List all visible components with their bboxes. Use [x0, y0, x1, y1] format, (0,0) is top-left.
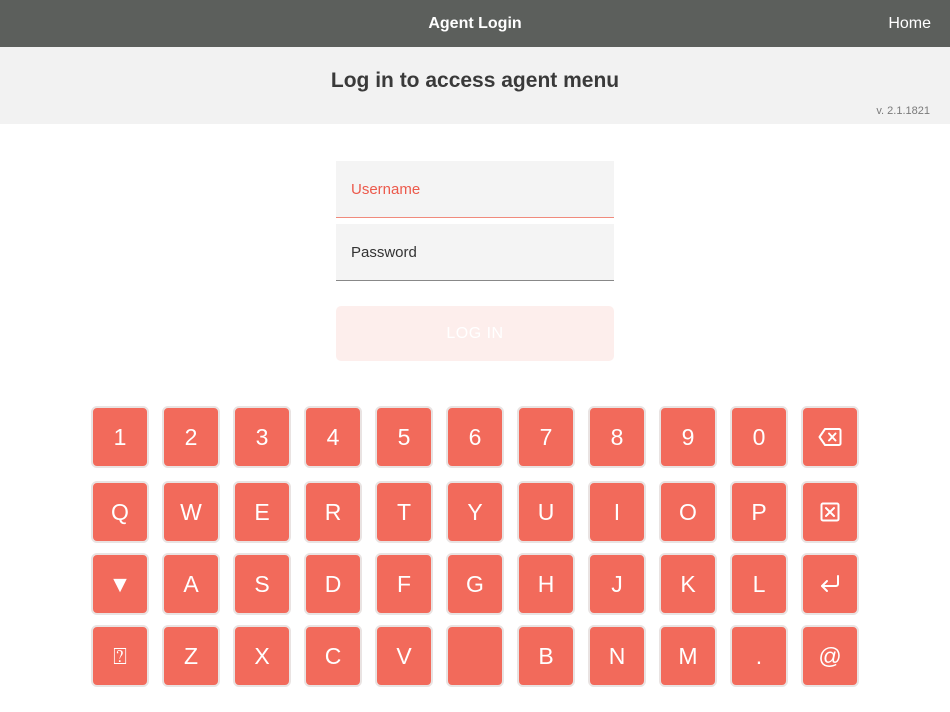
key-Z[interactable]: Z	[162, 625, 220, 687]
unknown-glyph-icon: ⍰	[113, 643, 127, 669]
key-label: B	[538, 643, 554, 669]
key-label: 0	[752, 424, 766, 450]
key-label: 3	[255, 424, 269, 450]
key-3[interactable]: 3	[233, 406, 291, 468]
key-5[interactable]: 5	[375, 406, 433, 468]
login-button[interactable]: LOG IN	[336, 306, 614, 361]
key-label: N	[608, 643, 626, 669]
key-U[interactable]: U	[517, 481, 575, 543]
key-S[interactable]: S	[233, 553, 291, 615]
key-label: 9	[681, 424, 695, 450]
key-label: @	[818, 643, 842, 669]
key-label: L	[752, 571, 766, 597]
enter-icon	[803, 574, 857, 594]
key-9[interactable]: 9	[659, 406, 717, 468]
top-bar: Agent Login Home	[0, 0, 950, 47]
key-label: W	[180, 499, 202, 525]
key-W[interactable]: W	[162, 481, 220, 543]
username-field[interactable]	[336, 161, 614, 218]
key-M[interactable]: M	[659, 625, 717, 687]
key-label: V	[396, 643, 412, 669]
key-@[interactable]: @	[801, 625, 859, 687]
key-hide-keyboard[interactable]: ▼	[91, 553, 149, 615]
key-P[interactable]: P	[730, 481, 788, 543]
key-label: X	[254, 643, 270, 669]
key-1[interactable]: 1	[91, 406, 149, 468]
key-label: 7	[539, 424, 553, 450]
backspace-icon	[803, 427, 857, 447]
key-X[interactable]: X	[233, 625, 291, 687]
key-label: P	[751, 499, 767, 525]
key-label: U	[537, 499, 555, 525]
key-N[interactable]: N	[588, 625, 646, 687]
key-.[interactable]: .	[730, 625, 788, 687]
key-D[interactable]: D	[304, 553, 362, 615]
key-O[interactable]: O	[659, 481, 717, 543]
key-label: .	[755, 643, 763, 669]
key-Q[interactable]: Q	[91, 481, 149, 543]
key-label: 5	[397, 424, 411, 450]
key-label: T	[396, 499, 412, 525]
key-label: Y	[467, 499, 483, 525]
key-E[interactable]: E	[233, 481, 291, 543]
key-G[interactable]: G	[446, 553, 504, 615]
key-label: G	[466, 571, 484, 597]
hide-keyboard-icon: ▼	[108, 571, 132, 597]
window-title: Agent Login	[428, 15, 522, 32]
key-label: E	[254, 499, 270, 525]
username-input[interactable]	[336, 161, 614, 217]
key-J[interactable]: J	[588, 553, 646, 615]
clear-icon	[803, 502, 857, 522]
sub-header: Log in to access agent menu v. 2.1.1821	[0, 47, 950, 124]
password-input[interactable]	[336, 224, 614, 280]
key-F[interactable]: F	[375, 553, 433, 615]
key-I[interactable]: I	[588, 481, 646, 543]
key-label: F	[396, 571, 412, 597]
version-label: v. 2.1.1821	[876, 105, 930, 117]
key-unknown-glyph[interactable]: ⍰	[91, 625, 149, 687]
key-6[interactable]: 6	[446, 406, 504, 468]
key-label: 2	[184, 424, 198, 450]
key-label: I	[613, 499, 621, 525]
key-label: 8	[610, 424, 624, 450]
key-space[interactable]	[446, 625, 504, 687]
key-label: O	[679, 499, 697, 525]
key-enter[interactable]	[801, 553, 859, 615]
key-L[interactable]: L	[730, 553, 788, 615]
key-7[interactable]: 7	[517, 406, 575, 468]
key-label: C	[324, 643, 342, 669]
key-label: 6	[468, 424, 482, 450]
key-label: D	[324, 571, 342, 597]
key-label: H	[537, 571, 555, 597]
key-label: K	[680, 571, 696, 597]
key-label: 1	[113, 424, 127, 450]
key-4[interactable]: 4	[304, 406, 362, 468]
key-label: A	[183, 571, 199, 597]
key-label: R	[324, 499, 342, 525]
key-2[interactable]: 2	[162, 406, 220, 468]
key-C[interactable]: C	[304, 625, 362, 687]
key-V[interactable]: V	[375, 625, 433, 687]
key-8[interactable]: 8	[588, 406, 646, 468]
key-R[interactable]: R	[304, 481, 362, 543]
key-Y[interactable]: Y	[446, 481, 504, 543]
key-label: J	[611, 571, 623, 597]
page-title: Log in to access agent menu	[330, 69, 620, 92]
key-clear[interactable]	[801, 481, 859, 543]
key-A[interactable]: A	[162, 553, 220, 615]
key-H[interactable]: H	[517, 553, 575, 615]
key-label: Z	[183, 643, 199, 669]
password-field[interactable]	[336, 224, 614, 281]
key-label: S	[254, 571, 270, 597]
key-label: 4	[326, 424, 340, 450]
home-button[interactable]: Home	[888, 0, 931, 47]
key-backspace[interactable]	[801, 406, 859, 468]
key-B[interactable]: B	[517, 625, 575, 687]
key-T[interactable]: T	[375, 481, 433, 543]
key-label: M	[678, 643, 698, 669]
key-K[interactable]: K	[659, 553, 717, 615]
key-0[interactable]: 0	[730, 406, 788, 468]
key-label: Q	[111, 499, 129, 525]
